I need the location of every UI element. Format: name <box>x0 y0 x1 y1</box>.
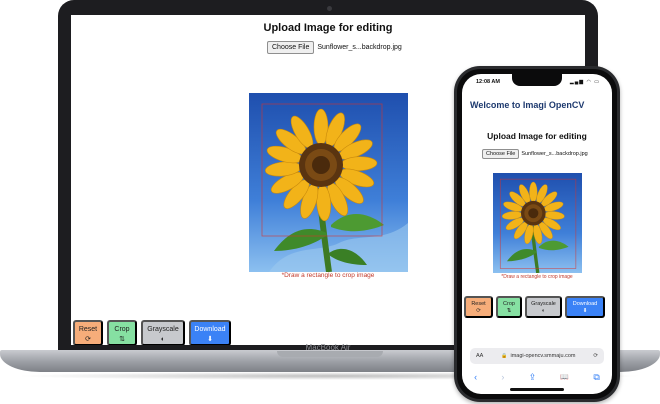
download-button[interactable]: Download ⬇ <box>189 320 231 345</box>
phone-screen: 12:08 AM ▂▄▆ ◠ ▭ Welcome to Imagi OpenCV… <box>462 74 612 394</box>
grayscale-button[interactable]: Grayscale ◐ <box>525 296 562 318</box>
status-indicators: ▂▄▆ ◠ ▭ <box>569 79 600 85</box>
browser-toolbar: ‹ › ⇪ 📖 ⧉ <box>462 368 612 386</box>
choose-file-button[interactable]: Choose File <box>267 41 315 54</box>
bookmarks-icon[interactable]: 📖 <box>560 373 569 381</box>
file-input[interactable]: Choose File Sunflower_s...backdrop.jpg <box>267 41 402 54</box>
lock-icon: 🔒 <box>501 353 508 359</box>
text-size-button[interactable]: AA <box>476 353 483 359</box>
download-label: Download <box>572 301 598 307</box>
crop-hint: *Draw a rectangle to crop image <box>501 274 573 280</box>
reset-button[interactable]: Reset ⟳ <box>464 296 493 318</box>
contrast-icon: ◐ <box>160 336 166 343</box>
url-text: imagi-opencv.smmaju.com <box>510 353 576 359</box>
download-button[interactable]: Download ⬇ <box>565 296 605 318</box>
status-time: 12:08 AM <box>476 79 500 85</box>
grayscale-button[interactable]: Grayscale ◐ <box>141 320 185 345</box>
crop-icon: ⇅ <box>506 308 512 314</box>
app-header: Welcome to Imagi OpenCV <box>470 100 585 110</box>
sunflower-image <box>493 173 582 273</box>
grayscale-label: Grayscale <box>147 326 179 333</box>
file-name: Sunflower_s...backdrop.jpg <box>521 151 588 157</box>
page-title: Upload Image for editing <box>263 22 393 34</box>
back-icon[interactable]: ‹ <box>474 372 477 382</box>
file-input[interactable]: Choose File Sunflower_s...backdrop.jpg <box>482 149 588 159</box>
home-indicator <box>510 388 564 391</box>
sunflower-image-canvas[interactable] <box>249 93 408 272</box>
reset-button[interactable]: Reset ⟳ <box>73 320 103 345</box>
crop-icon: ⇅ <box>119 336 125 343</box>
action-toolbar: Reset ⟳ Crop ⇅ Grayscale ◐ Download ⬇ <box>464 296 605 318</box>
file-name: Sunflower_s...backdrop.jpg <box>317 44 402 51</box>
choose-file-button[interactable]: Choose File <box>482 149 520 159</box>
crop-button[interactable]: Crop ⇅ <box>107 320 137 345</box>
sunflower-image-canvas[interactable] <box>493 173 582 273</box>
tabs-icon[interactable]: ⧉ <box>593 372 599 383</box>
product-mockup: Upload Image for editing Choose File Sun… <box>0 0 660 404</box>
page-title: Upload Image for editing <box>487 131 587 141</box>
contrast-icon: ◐ <box>541 308 546 314</box>
reload-icon[interactable]: ⟳ <box>593 353 598 359</box>
reset-icon: ⟳ <box>85 336 91 343</box>
reset-icon: ⟳ <box>476 308 481 314</box>
forward-icon[interactable]: › <box>501 372 504 382</box>
crop-button[interactable]: Crop ⇅ <box>496 296 522 318</box>
crop-label: Crop <box>503 301 515 307</box>
url-display[interactable]: 🔒 imagi-opencv.smmaju.com <box>501 353 575 359</box>
sunflower-image <box>249 93 408 272</box>
reset-label: Reset <box>471 301 486 307</box>
download-icon: ⬇ <box>582 308 588 314</box>
grayscale-label: Grayscale <box>531 301 556 307</box>
laptop-base-notch <box>277 351 383 357</box>
action-toolbar: Reset ⟳ Crop ⇅ Grayscale ◐ Download ⬇ <box>73 320 231 345</box>
reset-label: Reset <box>78 326 98 333</box>
crop-label: Crop <box>114 326 130 333</box>
download-label: Download <box>194 326 226 333</box>
phone-notch <box>512 74 562 86</box>
laptop-camera <box>327 6 332 11</box>
download-icon: ⬇ <box>207 336 213 343</box>
share-icon[interactable]: ⇪ <box>529 372 537 383</box>
address-bar[interactable]: AA 🔒 imagi-opencv.smmaju.com ⟳ <box>470 348 604 364</box>
